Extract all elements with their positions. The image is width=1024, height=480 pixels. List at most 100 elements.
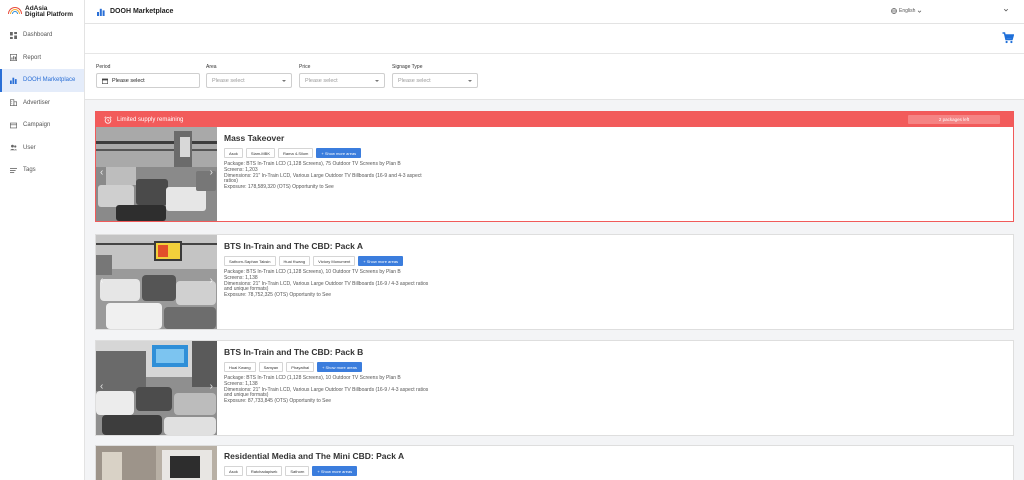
exposure-line: Exposure: 87,733,845 (OTS) Opportunity t… — [224, 398, 332, 405]
sidebar-item-report[interactable]: Report — [0, 47, 84, 70]
area-tag[interactable]: Asok — [224, 148, 243, 158]
period-placeholder: Please select — [112, 77, 145, 84]
shopping-cart-icon[interactable] — [1002, 32, 1014, 44]
sidebar-item-label: DOOH Marketplace — [23, 77, 76, 84]
price-placeholder: Please select — [305, 77, 338, 84]
area-placeholder: Please select — [212, 77, 245, 84]
package-details: Package: BTS In-Train LCD (1,128 Screens… — [224, 375, 434, 405]
period-input[interactable]: Please select — [96, 73, 200, 88]
package-card-bts-pack-b[interactable]: ‹ › BTS In-Train and The CBD: Pack B Hua… — [95, 340, 1014, 436]
package-title: Mass Takeover — [224, 133, 285, 143]
sidebar-item-label: Dashboard — [23, 32, 53, 39]
area-tag[interactable]: Victory Monument — [313, 256, 356, 266]
show-more-areas-button[interactable]: + Show more areas — [312, 466, 358, 476]
area-select[interactable]: Please select — [206, 73, 292, 88]
area-tag[interactable]: Huai Kwang — [224, 362, 256, 372]
area-tags: Asok Ratchadapisek Sathorn + Show more a… — [224, 466, 524, 476]
show-more-areas-button[interactable]: + Show more areas — [316, 148, 362, 158]
package-card-mass-takeover[interactable]: Limited supply remaining 2 packages left… — [95, 111, 1014, 222]
carousel-next-icon[interactable]: › — [210, 275, 213, 286]
price-label: Price — [299, 64, 311, 70]
sidebar-item-label: Campaign — [23, 122, 51, 129]
signage-type-select[interactable]: Please select — [392, 73, 478, 88]
sidebar-item-dashboard[interactable]: Dashboard — [0, 24, 84, 47]
sidebar: AdAsia Digital Platform Dashboard Report… — [0, 0, 85, 480]
area-filter: Area Please select — [206, 64, 292, 88]
exposure-line: Exposure: 78,752,325 (OTS) Opportunity t… — [224, 292, 332, 299]
area-tag[interactable]: Asok — [224, 466, 243, 476]
package-image: ‹ › — [96, 341, 217, 435]
package-card-bts-pack-a[interactable]: ‹ › BTS In-Train and The CBD: Pack A Sat… — [95, 234, 1014, 330]
package-card-residential-pack-a[interactable]: Residential Media and The Mini CBD: Pack… — [95, 445, 1014, 480]
chevron-down-icon — [918, 10, 922, 13]
sidebar-item-dooh-marketplace[interactable]: DOOH Marketplace — [0, 69, 84, 92]
bar-chart-icon — [10, 77, 17, 84]
report-icon — [10, 54, 17, 62]
language-selector[interactable]: English — [891, 8, 924, 14]
caret-down-icon — [282, 80, 286, 82]
calendar-icon — [102, 78, 108, 84]
carousel-prev-icon[interactable]: ‹ — [100, 167, 103, 178]
area-tag[interactable]: Huai Kwang — [278, 256, 311, 266]
period-label: Period — [96, 64, 111, 70]
show-more-areas-button[interactable]: + Show more areas — [358, 256, 404, 266]
area-tag[interactable]: Phayathai — [286, 362, 315, 372]
package-image: ‹ › — [96, 235, 217, 329]
caret-down-icon — [468, 80, 472, 82]
tags-icon — [10, 167, 17, 174]
limited-supply-text: Limited supply remaining — [117, 116, 184, 123]
carousel-prev-icon[interactable]: ‹ — [100, 275, 103, 286]
page-title: DOOH Marketplace — [110, 8, 174, 15]
sub-header — [85, 24, 1024, 54]
sidebar-item-tags[interactable]: Tags — [0, 159, 84, 182]
sidebar-item-label: Report — [23, 54, 42, 61]
area-tag[interactable]: Sathorn — [285, 466, 310, 476]
area-tag[interactable]: Rama 4-Silom — [278, 148, 314, 158]
top-bar: DOOH Marketplace English — [85, 0, 1024, 24]
area-tags: Huai Kwang Samyan Phayathai + Show more … — [224, 362, 524, 372]
show-more-areas-button[interactable]: + Show more areas — [317, 362, 362, 372]
sidebar-item-campaign[interactable]: Campaign — [0, 114, 84, 137]
carousel-prev-icon[interactable]: ‹ — [100, 381, 103, 392]
filter-bar: Period Please select Area Please select … — [85, 54, 1024, 100]
price-select[interactable]: Please select — [299, 73, 385, 88]
sidebar-item-advertiser[interactable]: Advertiser — [0, 92, 84, 115]
sidebar-item-label: User — [23, 144, 36, 151]
exposure-line: Exposure: 178,589,320 (OTS) Opportunity … — [224, 184, 334, 191]
package-title: BTS In-Train and The CBD: Pack A — [224, 241, 364, 251]
package-title: BTS In-Train and The CBD: Pack B — [224, 347, 364, 357]
signage-type-placeholder: Please select — [398, 77, 431, 84]
package-details: Package: BTS In-Train LCD (1,128 Screens… — [224, 161, 434, 191]
app-logo[interactable]: AdAsia Digital Platform — [0, 0, 84, 24]
area-tag[interactable]: Ratchadapisek — [245, 466, 283, 476]
carousel-next-icon[interactable]: › — [210, 381, 213, 392]
area-tag[interactable]: Siam-MBK — [245, 148, 276, 158]
language-label: English — [899, 8, 916, 14]
alarm-clock-icon — [104, 115, 112, 124]
area-label: Area — [206, 64, 217, 70]
package-image — [96, 446, 217, 480]
signage-type-label: Signage Type — [392, 64, 423, 70]
logo-line-2: Digital Platform — [25, 11, 74, 18]
period-filter: Period Please select — [96, 64, 200, 88]
carousel-next-icon[interactable]: › — [210, 167, 213, 178]
account-menu-chevron-icon[interactable] — [1003, 7, 1009, 13]
price-filter: Price Please select — [299, 64, 385, 88]
packages-left-badge: 2 packages left — [908, 115, 1000, 124]
area-tag[interactable]: Sathorn-Saphan Taksin — [224, 256, 276, 266]
signage-type-filter: Signage Type Please select — [392, 64, 478, 88]
dashboard-icon — [10, 31, 17, 39]
package-details: Package: BTS In-Train LCD (1,128 Screens… — [224, 269, 434, 299]
limited-supply-banner: Limited supply remaining 2 packages left — [96, 112, 1013, 127]
user-icon — [10, 144, 17, 151]
sidebar-item-label: Tags — [23, 167, 36, 174]
area-tag[interactable]: Samyan — [258, 362, 284, 372]
sidebar-nav: Dashboard Report DOOH Marketplace Advert… — [0, 24, 84, 182]
building-icon — [10, 99, 17, 107]
sidebar-item-user[interactable]: User — [0, 137, 84, 160]
area-tags: Asok Siam-MBK Rama 4-Silom + Show more a… — [224, 148, 524, 158]
area-tags: Sathorn-Saphan Taksin Huai Kwang Victory… — [224, 256, 524, 266]
globe-icon — [891, 8, 897, 14]
campaign-icon — [10, 122, 17, 129]
bar-chart-icon — [97, 8, 105, 16]
